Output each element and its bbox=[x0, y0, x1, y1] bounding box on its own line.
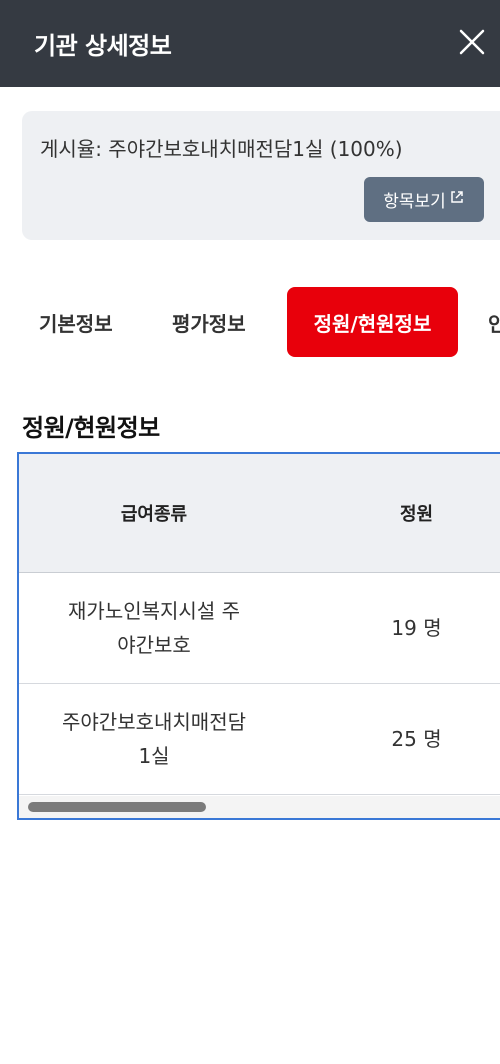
capacity-table: 급여종류 정원 재가노인복지시설 주 야간보호 19 명 주야간보호내치매전담 … bbox=[19, 454, 500, 795]
scrollbar-thumb[interactable] bbox=[28, 802, 206, 812]
section-title: 정원/현원정보 bbox=[22, 414, 160, 442]
table-header-row: 급여종류 정원 bbox=[19, 454, 500, 573]
disclosure-rate-text: 게시율: 주야간보호내치매전담1실 (100%) bbox=[40, 137, 403, 161]
capacity-cell: 25 명 bbox=[289, 683, 500, 795]
benefit-type-line: 1실 bbox=[138, 744, 170, 768]
benefit-type-cell: 주야간보호내치매전담 1실 bbox=[19, 683, 289, 795]
benefit-type-line: 주야간보호내치매전담 bbox=[62, 710, 246, 734]
close-icon[interactable] bbox=[456, 26, 488, 58]
tab-bar: 기본정보 평가정보 정원/현원정보 인 bbox=[0, 287, 500, 357]
tab-staff-info[interactable]: 인 bbox=[488, 287, 500, 357]
view-items-label: 항목보기 bbox=[383, 192, 446, 212]
view-items-button[interactable]: 항목보기 bbox=[364, 177, 484, 222]
tab-evaluation-info[interactable]: 평가정보 bbox=[172, 287, 246, 357]
capacity-table-container: 급여종류 정원 재가노인복지시설 주 야간보호 19 명 주야간보호내치매전담 … bbox=[17, 452, 500, 820]
top-bar: 기관 상세정보 bbox=[0, 0, 500, 87]
disclosure-rate-box: 게시율: 주야간보호내치매전담1실 (100%) 항목보기 bbox=[22, 111, 500, 240]
table-row: 주야간보호내치매전담 1실 25 명 bbox=[19, 683, 500, 795]
column-header-benefit-type: 급여종류 bbox=[19, 454, 289, 573]
external-link-icon bbox=[449, 189, 465, 210]
table-row: 재가노인복지시설 주 야간보호 19 명 bbox=[19, 572, 500, 684]
capacity-cell: 19 명 bbox=[289, 572, 500, 684]
page-title: 기관 상세정보 bbox=[34, 32, 172, 60]
benefit-type-line: 야간보호 bbox=[117, 633, 191, 657]
benefit-type-cell: 재가노인복지시설 주 야간보호 bbox=[19, 572, 289, 684]
benefit-type-line: 재가노인복지시설 주 bbox=[68, 599, 240, 623]
horizontal-scrollbar[interactable] bbox=[19, 796, 500, 818]
column-header-capacity: 정원 bbox=[289, 454, 500, 573]
tab-basic-info[interactable]: 기본정보 bbox=[39, 287, 113, 357]
tab-capacity-info[interactable]: 정원/현원정보 bbox=[287, 287, 458, 357]
